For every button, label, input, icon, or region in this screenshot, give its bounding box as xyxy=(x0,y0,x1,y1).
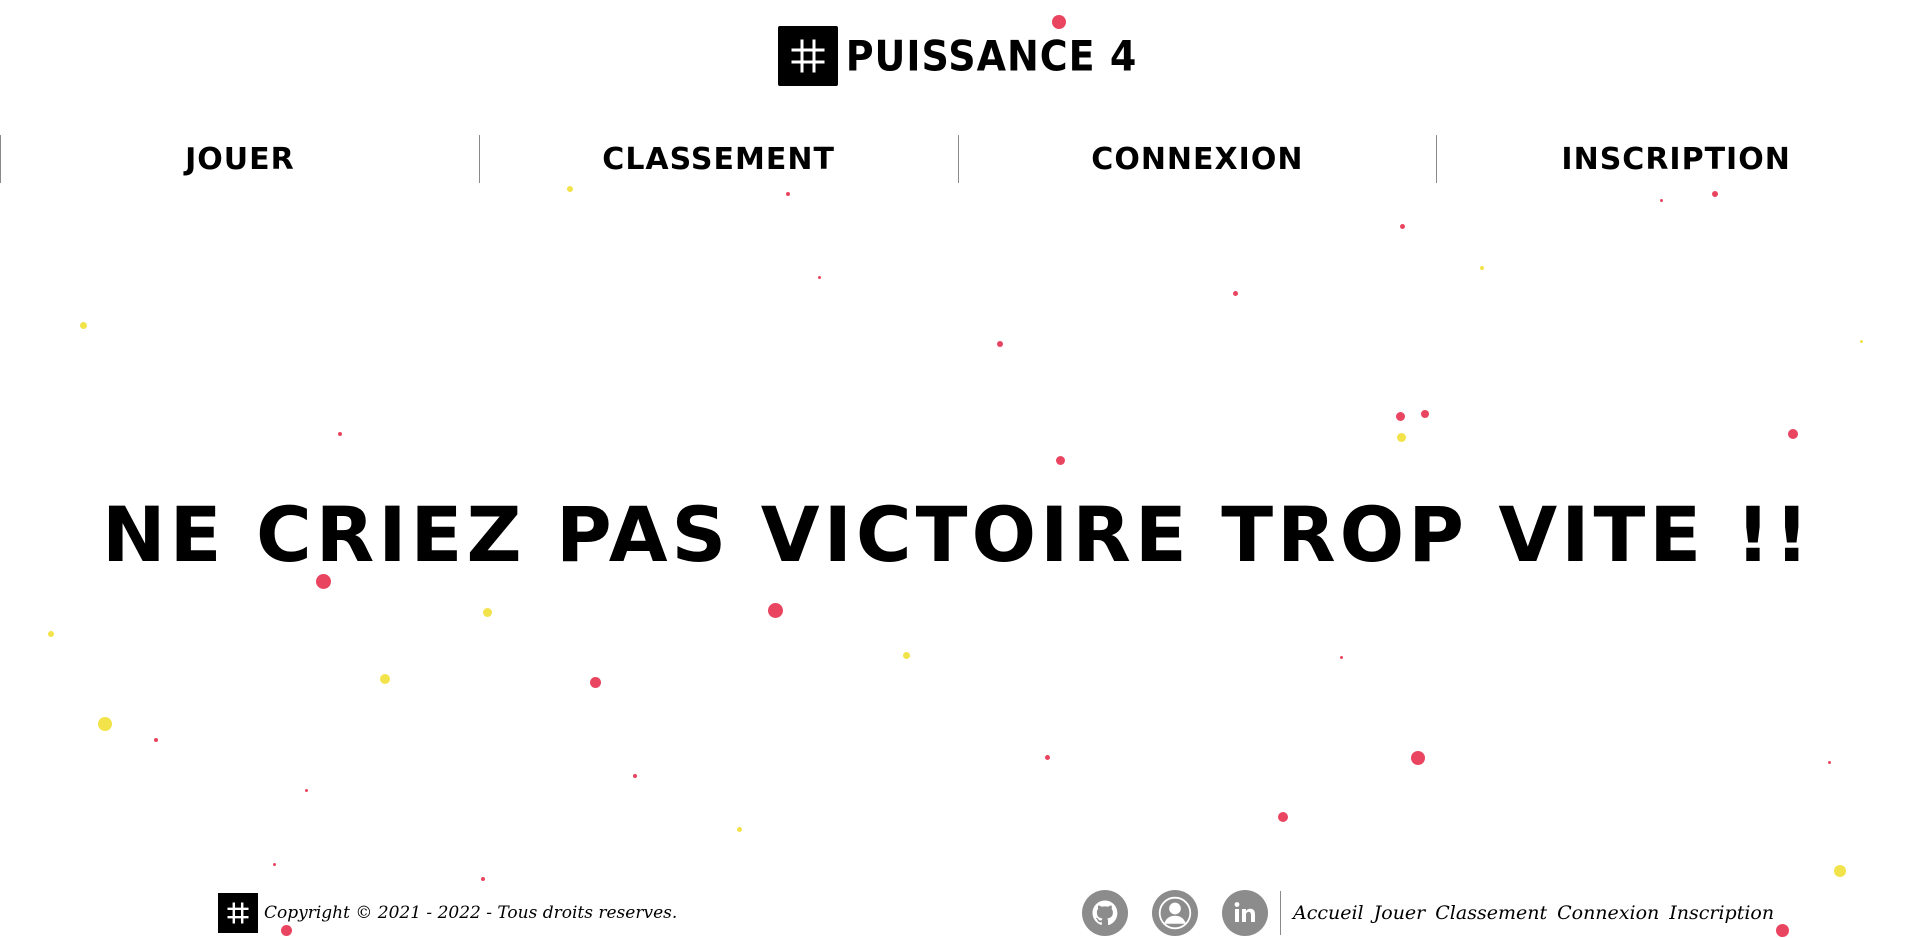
nav-item-connexion[interactable]: CONNEXION xyxy=(957,135,1437,183)
main-nav: JOUER CLASSEMENT CONNEXION INSCRIPTION xyxy=(0,135,1915,183)
site-footer: Copyright © 2021 - 2022 - Tous droits re… xyxy=(0,888,1915,938)
site-header: PUISSANCE 4 xyxy=(0,25,1915,87)
user-icon[interactable] xyxy=(1152,890,1198,936)
footer-brand: Copyright © 2021 - 2022 - Tous droits re… xyxy=(218,893,677,933)
site-title[interactable]: PUISSANCE 4 xyxy=(846,32,1138,80)
footer-hash-icon[interactable] xyxy=(218,893,258,933)
hash-icon[interactable] xyxy=(777,26,838,86)
nav-item-classement[interactable]: CLASSEMENT xyxy=(478,135,958,183)
copyright-text: Copyright © 2021 - 2022 - Tous droits re… xyxy=(264,903,678,923)
footer-link-classement[interactable]: Classement xyxy=(1435,902,1547,924)
hero-heading: NE CRIEZ PAS VICTOIRE TROP VITE !! xyxy=(101,490,1814,579)
nav-item-jouer[interactable]: JOUER xyxy=(0,135,479,183)
footer-divider xyxy=(1280,891,1281,935)
footer-link-inscription[interactable]: Inscription xyxy=(1669,902,1774,924)
nav-item-inscription[interactable]: INSCRIPTION xyxy=(1436,135,1915,183)
footer-link-jouer[interactable]: Jouer xyxy=(1374,902,1426,924)
github-icon[interactable] xyxy=(1082,890,1128,936)
footer-link-connexion[interactable]: Connexion xyxy=(1557,902,1659,924)
footer-nav: Accueil Jouer Classement Connexion Inscr… xyxy=(1293,902,1774,924)
linkedin-icon[interactable] xyxy=(1222,890,1268,936)
footer-links-area: Accueil Jouer Classement Connexion Inscr… xyxy=(1082,890,1774,936)
footer-link-accueil[interactable]: Accueil xyxy=(1293,902,1364,924)
